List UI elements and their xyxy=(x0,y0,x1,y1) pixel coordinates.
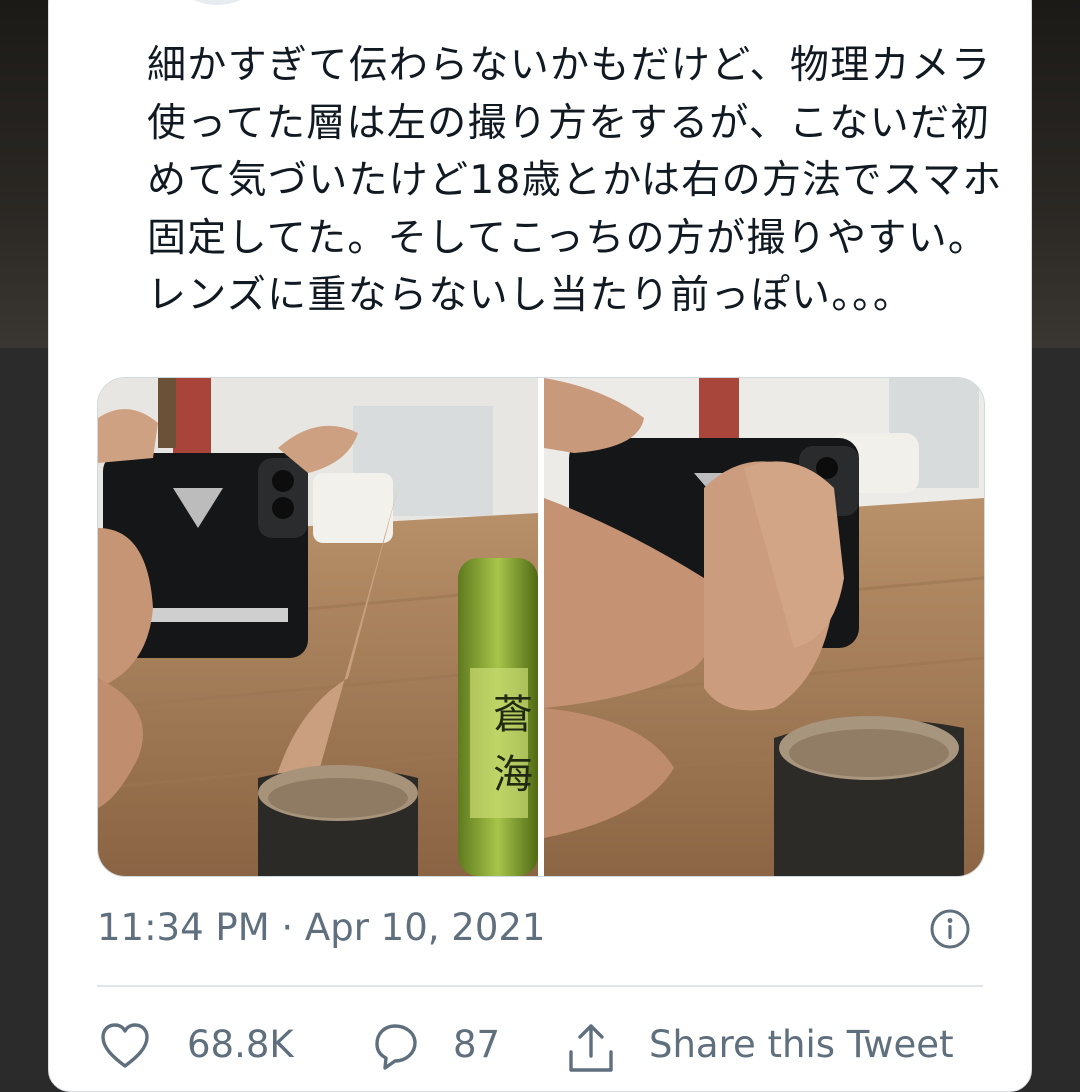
tweet-text-line: めて気づいたけど18歳とかは右の方法でスマホ xyxy=(147,158,1003,204)
speech-bubble-icon xyxy=(375,1024,417,1070)
info-circle-icon[interactable] xyxy=(928,907,972,951)
tweet-text: 細かすぎて伝わらないかもだけど、物理カメラ 使ってた層は左の撮り方をするが、こな… xyxy=(147,37,1047,325)
heart-icon xyxy=(101,1023,149,1068)
photo-right-vertical-grip[interactable] xyxy=(544,378,984,876)
share-button[interactable]: Share this Tweet xyxy=(563,1016,983,1076)
share-upload-icon xyxy=(569,1024,613,1072)
tweet-media-grid: 蒼 海 xyxy=(97,377,985,877)
reply-count: 87 xyxy=(453,1023,501,1066)
divider xyxy=(97,985,983,987)
tweet-timestamp[interactable]: 11:34 PM · Apr 10, 2021 xyxy=(97,905,545,951)
svg-text:蒼: 蒼 xyxy=(493,692,533,738)
tweet-actions-bar: 68.8K 87 Share this Tweet xyxy=(97,1016,983,1076)
share-label: Share this Tweet xyxy=(649,1023,954,1066)
avatar[interactable] xyxy=(161,0,273,5)
photo-left-horizontal-grip[interactable]: 蒼 海 xyxy=(98,378,538,876)
tweet-text-line: 固定してた。そしてこっちの方が撮りやすい。 xyxy=(147,215,989,261)
tweet-text-line: 細かすぎて伝わらないかもだけど、物理カメラ xyxy=(147,43,992,88)
svg-text:海: 海 xyxy=(493,752,533,798)
reply-button[interactable]: 87 xyxy=(367,1016,547,1076)
like-count: 68.8K xyxy=(187,1023,294,1066)
tweet-text-line: レンズに重ならないし当たり前っぽい。。。 xyxy=(147,273,914,319)
like-button[interactable]: 68.8K xyxy=(97,1016,317,1076)
tweet-text-line: 使ってた層は左の撮り方をするが、こないだ初 xyxy=(147,100,991,146)
